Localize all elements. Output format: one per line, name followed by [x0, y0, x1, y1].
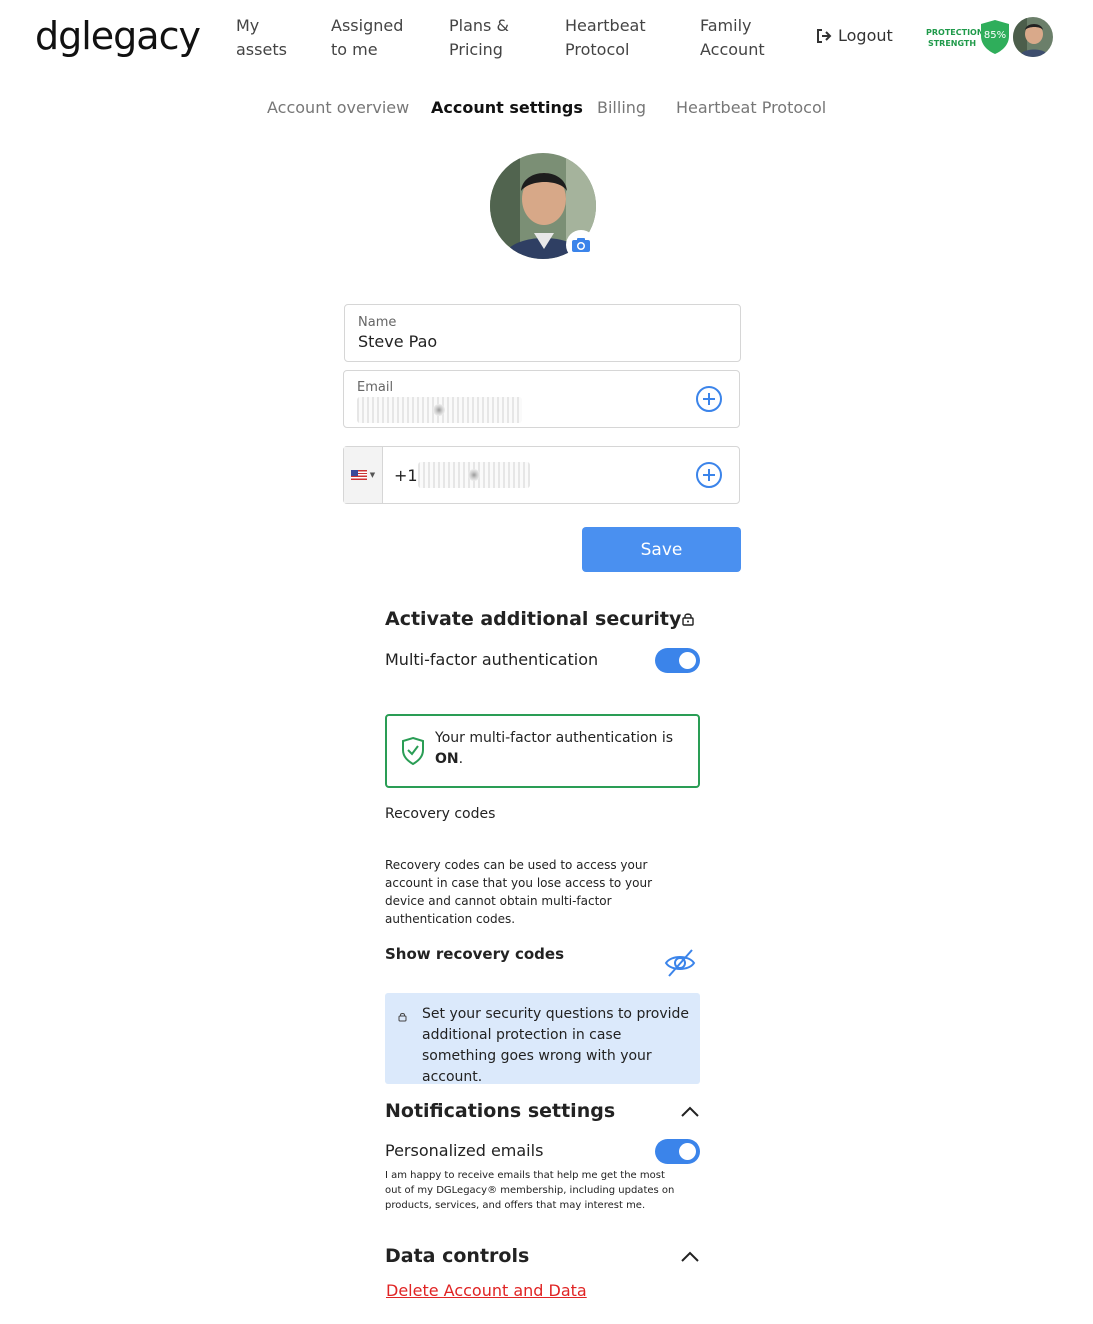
avatar-photo — [1013, 17, 1053, 57]
nav-label-line2: to me — [331, 40, 378, 59]
user-avatar[interactable] — [1013, 17, 1053, 57]
lock-icon — [398, 1013, 407, 1022]
phone-prefix: +1 — [394, 466, 418, 485]
recovery-codes-description: Recovery codes can be used to access you… — [385, 858, 653, 926]
logout-button[interactable]: Logout — [816, 26, 893, 45]
email-value-redacted — [357, 397, 522, 423]
tab-heartbeat-protocol[interactable]: Heartbeat Protocol — [676, 98, 826, 117]
mfa-status-suffix: . — [458, 751, 464, 767]
personalized-emails-label: Personalized emails — [385, 1141, 544, 1160]
nav-label-line2: Pricing — [449, 40, 503, 59]
lock-icon — [682, 613, 695, 626]
name-label: Name — [358, 315, 397, 330]
eye-off-icon[interactable] — [663, 947, 697, 979]
tab-account-settings[interactable]: Account settings — [431, 98, 583, 117]
chevron-up-icon[interactable] — [679, 1105, 701, 1119]
nav-label-line1: Heartbeat — [565, 16, 646, 35]
data-controls-title: Data controls — [385, 1245, 530, 1267]
protection-line1: PROTECTION — [926, 28, 984, 37]
shield-check-icon — [402, 736, 424, 766]
toggle-knob — [679, 1143, 696, 1160]
dglegacy-logo[interactable]: dglegacy — [35, 14, 201, 58]
mfa-status-value: ON — [435, 751, 459, 767]
redaction-mark — [433, 404, 445, 416]
protection-value: 85% — [983, 30, 1007, 41]
caret-down-icon: ▼ — [369, 471, 376, 479]
nav-label-line2: Protocol — [565, 40, 630, 59]
security-title-text: Activate additional security — [385, 608, 682, 630]
logout-label: Logout — [838, 26, 893, 45]
toggle-knob — [679, 652, 696, 669]
mfa-label: Multi-factor authentication — [385, 650, 599, 669]
nav-label-line2: Account — [700, 40, 765, 59]
show-recovery-codes-label[interactable]: Show recovery codes — [385, 945, 564, 963]
security-title: Activate additional security — [385, 608, 695, 630]
protection-shield-badge[interactable]: 85% — [980, 19, 1010, 55]
tab-billing[interactable]: Billing — [597, 98, 646, 117]
add-phone-icon[interactable] — [695, 461, 723, 489]
delete-account-link[interactable]: Delete Account and Data — [386, 1281, 587, 1300]
email-field[interactable]: Email — [343, 370, 740, 428]
camera-icon — [572, 238, 590, 252]
email-label: Email — [357, 380, 394, 395]
recovery-codes-title: Recovery codes — [385, 806, 496, 822]
chevron-up-icon[interactable] — [679, 1250, 701, 1264]
nav-label-line1: Plans & — [449, 16, 509, 35]
nav-heartbeat-protocol[interactable]: Heartbeat Protocol — [565, 14, 675, 62]
redaction-mark — [468, 469, 480, 481]
protection-line2: STRENGTH — [927, 39, 977, 48]
name-value[interactable]: Steve Pao — [358, 332, 437, 351]
add-email-icon[interactable] — [695, 385, 723, 413]
mfa-status-box: Your multi-factor authentication is ON. — [385, 714, 700, 788]
security-questions-info[interactable]: Set your security questions to provide a… — [385, 993, 700, 1085]
nav-label-line2: assets — [236, 40, 287, 59]
notifications-title: Notifications settings — [385, 1100, 616, 1122]
nav-label-line1: My — [236, 16, 260, 35]
change-photo-button[interactable] — [566, 230, 596, 260]
mfa-status-text: Your multi-factor authentication is ON. — [435, 728, 685, 770]
personalized-emails-toggle[interactable] — [655, 1139, 700, 1164]
personalized-emails-description: I am happy to receive emails that help m… — [385, 1170, 675, 1211]
nav-family-account[interactable]: Family Account — [700, 14, 810, 62]
protection-strength-label: PROTECTION STRENGTH — [926, 27, 984, 49]
save-button[interactable]: Save — [582, 527, 741, 572]
phone-value-redacted — [418, 462, 530, 488]
nav-label-line1: Family — [700, 16, 752, 35]
nav-my-assets[interactable]: My assets — [236, 14, 346, 62]
tab-account-overview[interactable]: Account overview — [267, 98, 409, 117]
nav-assigned-to-me[interactable]: Assigned to me — [331, 14, 441, 62]
nav-plans-pricing[interactable]: Plans & Pricing — [449, 14, 559, 62]
country-code-select[interactable]: ▼ — [344, 447, 383, 503]
security-questions-text: Set your security questions to provide a… — [422, 1006, 690, 1085]
mfa-status-prefix: Your multi-factor authentication is — [435, 730, 674, 746]
mfa-toggle[interactable] — [655, 648, 700, 673]
nav-label-line1: Assigned — [331, 16, 404, 35]
us-flag-icon — [350, 470, 367, 480]
phone-field[interactable]: ▼ +1 — [343, 446, 740, 504]
name-field[interactable]: Name Steve Pao — [344, 304, 741, 362]
logout-icon — [817, 28, 832, 43]
